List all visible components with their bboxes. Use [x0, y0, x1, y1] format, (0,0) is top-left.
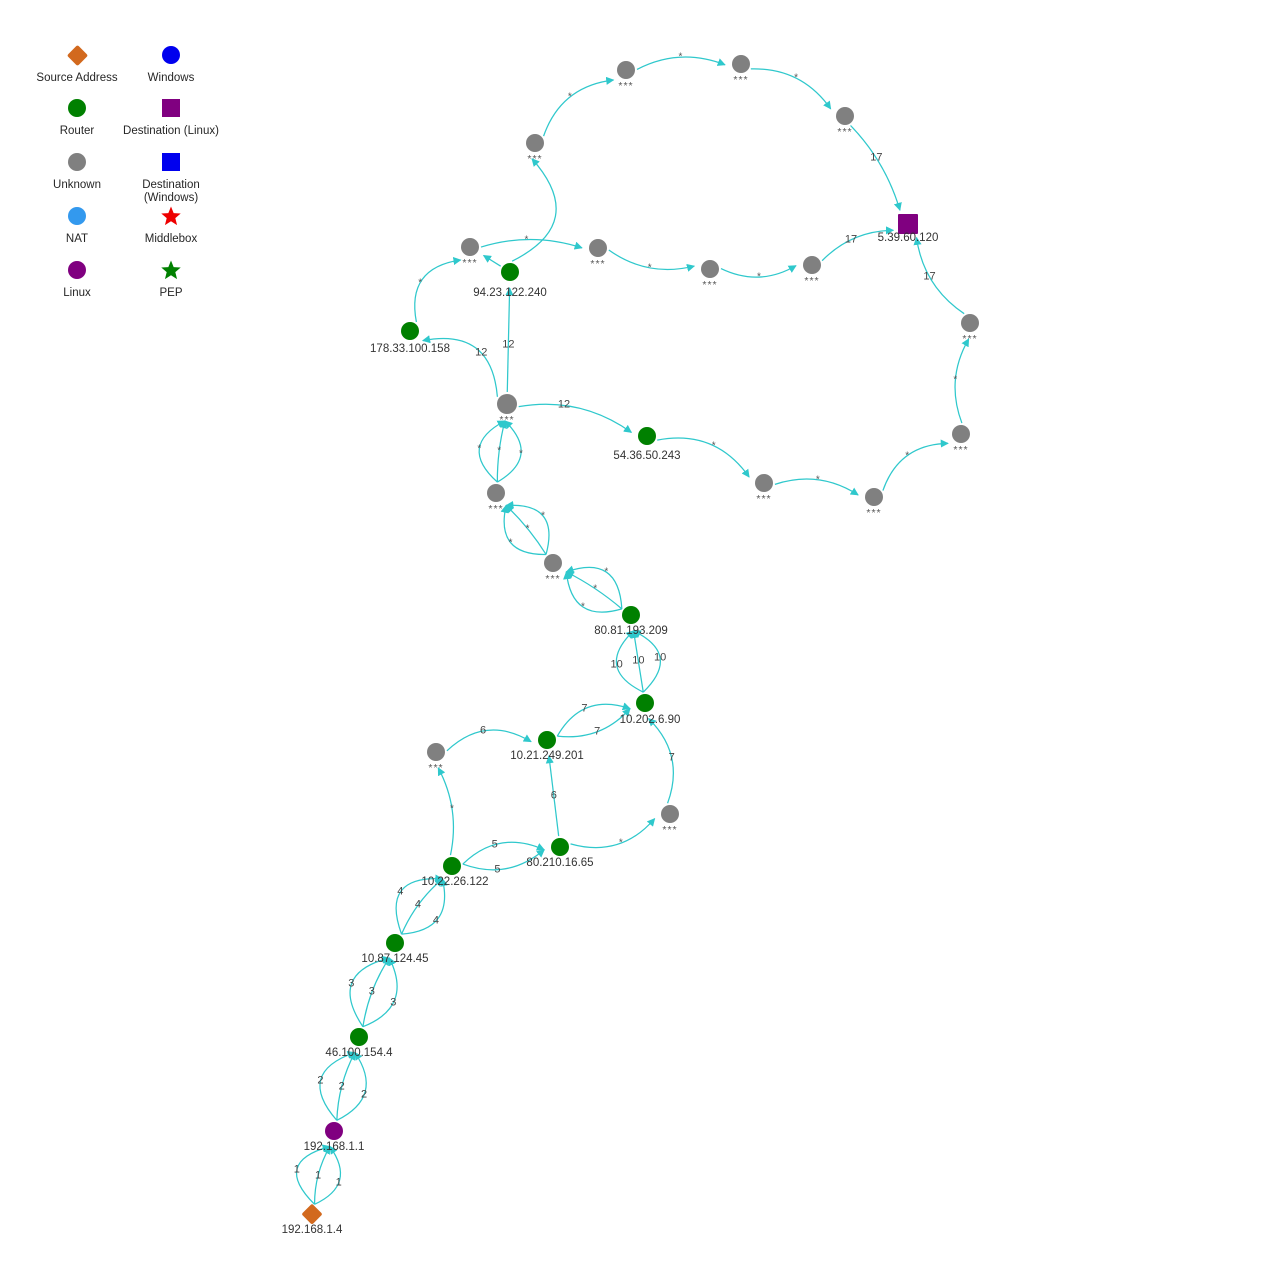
- legend-label: Windows: [147, 72, 195, 84]
- edge-label: *: [815, 474, 820, 486]
- edge-label: 17: [844, 233, 858, 246]
- square-icon: [116, 91, 226, 125]
- edge-label: 1: [315, 1169, 322, 1182]
- edge-label: 10: [653, 651, 667, 664]
- edge-label: *: [450, 803, 454, 815]
- edge-label: *: [905, 450, 910, 462]
- edge-label: 5: [491, 838, 498, 851]
- edge-label: *: [541, 510, 546, 522]
- edge-label: 10: [632, 654, 645, 667]
- edge-label: *: [756, 271, 761, 283]
- edge-label: 6: [550, 789, 557, 802]
- edge-label: 7: [668, 751, 675, 764]
- edge-label: 4: [414, 898, 422, 911]
- edge-label: *: [678, 51, 683, 63]
- edge-label: *: [567, 91, 572, 103]
- square-icon: [116, 145, 226, 179]
- edge-label: 12: [557, 398, 571, 411]
- edge-label: *: [497, 445, 502, 457]
- star-icon: [116, 199, 226, 233]
- edge-label: *: [477, 443, 482, 455]
- edge-label: 17: [870, 151, 883, 164]
- edge-label: 12: [475, 346, 488, 359]
- legend: Source Address Windows Router Destination (…: [0, 0, 260, 310]
- circle-icon: [116, 38, 226, 72]
- legend-label: PEP: [159, 287, 183, 299]
- edge-label: 3: [368, 985, 375, 998]
- edge-label: 4: [432, 914, 439, 927]
- legend-label: Middlebox: [144, 233, 198, 245]
- edge-label: 4: [397, 885, 404, 898]
- edge-label: *: [525, 523, 530, 535]
- edge-label: *: [618, 837, 623, 849]
- edge-label: *: [953, 374, 958, 386]
- legend-item-middlebox: Middlebox: [116, 199, 226, 246]
- edge-label: 7: [581, 702, 588, 715]
- edge-label: *: [794, 72, 799, 84]
- edge-label: 2: [338, 1080, 345, 1093]
- edge-label: 2: [361, 1088, 368, 1101]
- edge-label: 3: [348, 977, 355, 990]
- legend-item-windows: Windows: [116, 38, 226, 85]
- legend-label: Destination (Linux): [123, 125, 219, 137]
- edge-label: 1: [293, 1163, 300, 1176]
- edge-label: *: [508, 537, 513, 549]
- edge-label: 10: [610, 658, 623, 671]
- edge-label: *: [519, 448, 523, 460]
- edge-label: 3: [390, 996, 397, 1009]
- edge-label: 17: [923, 270, 936, 283]
- edge-label: 1: [335, 1176, 342, 1189]
- edge-label: 7: [594, 725, 601, 738]
- edge-label: *: [581, 601, 585, 613]
- edge-label: *: [418, 277, 423, 289]
- edge-label: 6: [480, 724, 487, 737]
- edge-label: *: [711, 440, 716, 452]
- star-icon: [116, 253, 226, 287]
- edge-label: 5: [494, 863, 501, 876]
- edge-label: *: [593, 583, 598, 595]
- edge-label: *: [524, 234, 529, 246]
- edge-label: 2: [317, 1074, 324, 1087]
- edge-label: *: [647, 262, 652, 274]
- edge-label: 12: [502, 338, 515, 351]
- legend-item-destination-windows: Destination (Windows): [116, 145, 226, 205]
- legend-item-pep: PEP: [116, 253, 226, 300]
- edge-label: *: [604, 566, 609, 578]
- legend-item-destination-linux: Destination (Linux): [116, 91, 226, 138]
